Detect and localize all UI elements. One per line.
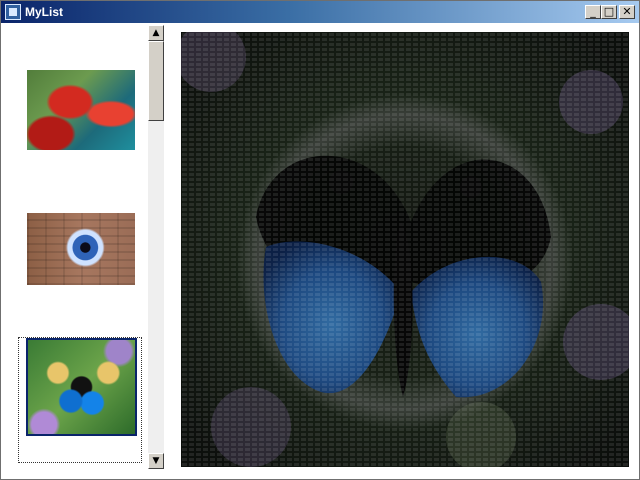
arrow-down-icon: ▼ <box>152 456 160 466</box>
list-item-butterfly-thumbnail[interactable] <box>26 338 137 436</box>
minimize-icon: _ <box>590 5 596 18</box>
maximize-button[interactable]: □ <box>601 5 617 19</box>
list-item-eye-thumbnail[interactable] <box>27 213 135 285</box>
mosaic-tile-texture <box>181 32 629 467</box>
main-window: MyList _ □ ✕ ▲ ▼ <box>0 0 640 480</box>
image-preview <box>181 32 629 467</box>
close-button[interactable]: ✕ <box>619 5 635 19</box>
scroll-down-button[interactable]: ▼ <box>148 453 164 469</box>
scrollbar-thumb[interactable] <box>148 41 164 121</box>
close-icon: ✕ <box>622 5 632 18</box>
app-icon[interactable] <box>5 4 21 20</box>
window-title: MyList <box>25 5 64 19</box>
list-scrollbar[interactable]: ▲ ▼ <box>148 25 164 469</box>
mosaic-image <box>181 32 629 467</box>
image-list[interactable] <box>5 25 165 469</box>
minimize-button[interactable]: _ <box>585 5 601 19</box>
maximize-icon: □ <box>603 5 615 18</box>
arrow-up-icon: ▲ <box>152 28 160 38</box>
scroll-up-button[interactable]: ▲ <box>148 25 164 41</box>
title-bar[interactable]: MyList _ □ ✕ <box>1 1 639 23</box>
list-item-parrots-thumbnail[interactable] <box>27 70 135 150</box>
